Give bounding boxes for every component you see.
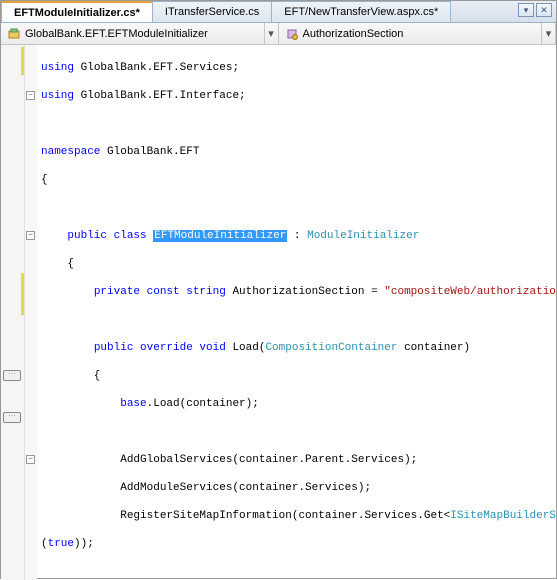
fold-toggle[interactable]: −: [26, 231, 35, 240]
type-selector-label: GlobalBank.EFT.EFTModuleInitializer: [25, 28, 208, 40]
window-dropdown-button[interactable]: ▾: [518, 3, 534, 17]
member-selector-label: AuthorizationSection: [303, 28, 404, 40]
fold-bar: − − −: [25, 45, 37, 580]
collapse-indicator[interactable]: ⋯: [3, 370, 21, 381]
tab-bar: EFTModuleInitializer.cs* ITransferServic…: [1, 1, 556, 23]
member-selector-dropdown[interactable]: ▾: [542, 23, 556, 44]
close-window-button[interactable]: ✕: [536, 3, 552, 17]
editor-margin: ⋯ ⋯: [1, 45, 25, 580]
change-marker: [21, 47, 24, 75]
collapse-indicator[interactable]: ⋯: [3, 412, 21, 423]
fold-toggle[interactable]: −: [26, 455, 35, 464]
selected-classname: EFTModuleInitializer: [153, 230, 287, 242]
code-editor[interactable]: ⋯ ⋯ − − − using GlobalBank.EFT.Services;…: [1, 45, 556, 580]
member-selector[interactable]: AuthorizationSection: [279, 23, 543, 44]
tab-eftmoduleinitializer[interactable]: EFTModuleInitializer.cs*: [1, 1, 153, 22]
navigation-bar: GlobalBank.EFT.EFTModuleInitializer ▾ Au…: [1, 23, 556, 45]
tab-newtransferview[interactable]: EFT/NewTransferView.aspx.cs*: [271, 1, 451, 22]
change-marker: [21, 273, 24, 315]
code-area[interactable]: using GlobalBank.EFT.Services; using Glo…: [37, 45, 556, 580]
tab-itransferservice[interactable]: ITransferService.cs: [152, 1, 272, 22]
fold-toggle[interactable]: −: [26, 91, 35, 100]
class-icon: [7, 27, 21, 41]
type-selector[interactable]: GlobalBank.EFT.EFTModuleInitializer: [1, 23, 265, 44]
field-icon: [285, 27, 299, 41]
type-selector-dropdown[interactable]: ▾: [265, 23, 279, 44]
